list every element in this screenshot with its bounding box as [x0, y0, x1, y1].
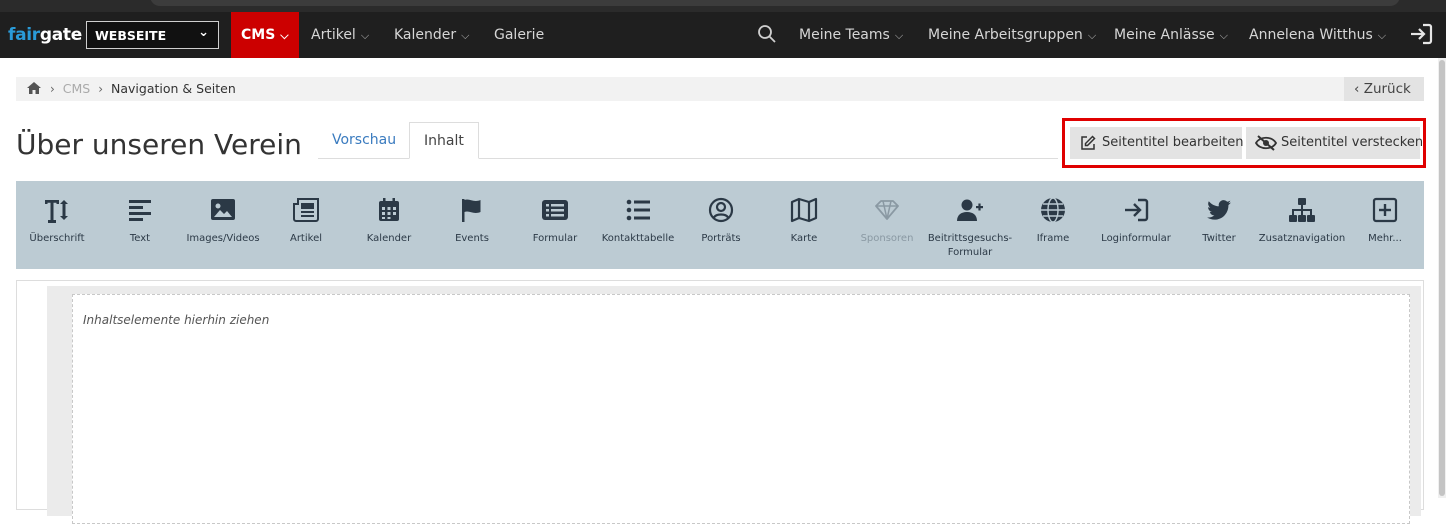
- tool-karte[interactable]: Karte: [763, 181, 845, 269]
- sign-in-icon: [1125, 198, 1149, 222]
- back-button[interactable]: ‹ Zurück: [1344, 77, 1424, 101]
- chevron-down-icon: ⌵: [1087, 29, 1097, 42]
- tool-images-videos[interactable]: Images/Videos: [182, 181, 264, 269]
- tool-kontakttabelle[interactable]: Kontakttabelle: [597, 181, 679, 269]
- canvas-column: Inhaltselemente hierhin ziehen: [47, 286, 1421, 524]
- fairgate-logo[interactable]: fairgate: [8, 25, 82, 45]
- map-icon: [790, 197, 818, 223]
- main-navbar: fairgate WEBSEITE ⌄ CMS ⌵ Artikel ⌵ Kalende…: [0, 12, 1446, 58]
- chevron-down-icon: ⌵: [1377, 29, 1387, 42]
- tool-ueberschrift[interactable]: Überschrift: [16, 181, 98, 269]
- align-left-icon: [129, 200, 151, 221]
- user-plus-icon: [957, 199, 983, 221]
- site-selector[interactable]: WEBSEITE ⌄: [86, 21, 219, 49]
- nav-galerie[interactable]: Galerie: [494, 12, 544, 58]
- page-title: Über unseren Verein: [16, 128, 302, 161]
- hide-page-title-button[interactable]: Seitentitel verstecken: [1246, 127, 1423, 159]
- logout-icon[interactable]: [1409, 23, 1433, 45]
- nav-meine-arbeitsgruppen[interactable]: Meine Arbeitsgruppen ⌵: [928, 12, 1096, 58]
- image-icon: [211, 199, 235, 220]
- plus-square-icon: [1372, 197, 1398, 223]
- tool-text[interactable]: Text: [99, 181, 181, 269]
- chevron-down-icon: ⌵: [360, 29, 370, 42]
- tool-zusatznavigation[interactable]: Zusatznavigation: [1259, 181, 1345, 269]
- form-list-icon: [542, 200, 568, 220]
- diamond-icon: [875, 200, 899, 220]
- chevron-down-icon: ⌵: [894, 29, 904, 42]
- edit-page-title-button[interactable]: Seitentitel bearbeiten: [1070, 127, 1244, 159]
- eye-slash-icon: [1255, 135, 1277, 151]
- chevron-down-icon: ⌵: [280, 29, 289, 42]
- nav-kalender[interactable]: Kalender ⌵: [394, 12, 470, 58]
- search-icon[interactable]: [757, 24, 777, 44]
- content-canvas: Inhaltselemente hierhin ziehen: [16, 280, 1424, 524]
- browser-top-strip: [0, 0, 1446, 12]
- twitter-icon: [1207, 200, 1231, 220]
- chevron-right-icon: ›: [98, 82, 104, 96]
- tool-iframe[interactable]: Iframe: [1012, 181, 1094, 269]
- flag-icon: [462, 199, 481, 222]
- sitemap-icon: [1289, 198, 1315, 222]
- globe-icon: [1041, 197, 1065, 223]
- breadcrumb: › CMS › Navigation & Seiten: [16, 77, 1420, 101]
- tool-kalender[interactable]: Kalender: [348, 181, 430, 269]
- tool-beitrittsgesuchs-formular[interactable]: Beitrittsgesuchs-Formular: [928, 181, 1012, 269]
- tool-loginformular[interactable]: Loginformular: [1095, 181, 1177, 269]
- nav-user-menu[interactable]: Annelena Witthus ⌵: [1249, 12, 1386, 58]
- tool-twitter[interactable]: Twitter: [1178, 181, 1260, 269]
- home-icon[interactable]: [26, 81, 42, 95]
- nav-meine-anlaesse[interactable]: Meine Anlässe ⌵: [1114, 12, 1228, 58]
- tool-events[interactable]: Events: [431, 181, 513, 269]
- nav-meine-teams[interactable]: Meine Teams ⌵: [799, 12, 903, 58]
- tool-formular[interactable]: Formular: [514, 181, 596, 269]
- tool-sponsoren: Sponsoren: [846, 181, 928, 269]
- chevron-down-icon: ⌵: [461, 29, 470, 42]
- user-circle-icon: [708, 197, 734, 223]
- tab-vorschau[interactable]: Vorschau: [318, 122, 410, 159]
- title-actions-highlight: Seitentitel bearbeiten Seitentitel verst…: [1062, 118, 1426, 168]
- text-height-icon: [45, 200, 68, 223]
- breadcrumb-current: Navigation & Seiten: [111, 81, 236, 96]
- list-icon: [626, 199, 650, 221]
- newspaper-icon: [293, 198, 319, 222]
- content-dropzone[interactable]: Inhaltselemente hierhin ziehen: [72, 294, 1410, 524]
- nav-cms[interactable]: CMS ⌵: [231, 12, 299, 58]
- content-element-toolbar: Überschrift Text Images/Videos Artikel K…: [16, 181, 1424, 269]
- chevron-right-icon: ›: [49, 82, 55, 96]
- chevron-down-icon: ⌄: [198, 25, 209, 40]
- page-scrollbar[interactable]: [1438, 58, 1446, 498]
- breadcrumb-cms[interactable]: CMS: [63, 81, 90, 96]
- tab-inhalt[interactable]: Inhalt: [409, 122, 479, 159]
- nav-artikel[interactable]: Artikel ⌵: [311, 12, 369, 58]
- tool-portraets[interactable]: Porträts: [680, 181, 762, 269]
- tool-artikel[interactable]: Artikel: [265, 181, 347, 269]
- dropzone-hint: Inhaltselemente hierhin ziehen: [83, 313, 270, 327]
- chevron-left-icon: ‹: [1354, 81, 1360, 97]
- tool-mehr[interactable]: Mehr...: [1344, 181, 1426, 269]
- edit-icon: [1081, 135, 1096, 150]
- chevron-down-icon: ⌵: [1219, 29, 1228, 42]
- calendar-icon: [379, 198, 399, 221]
